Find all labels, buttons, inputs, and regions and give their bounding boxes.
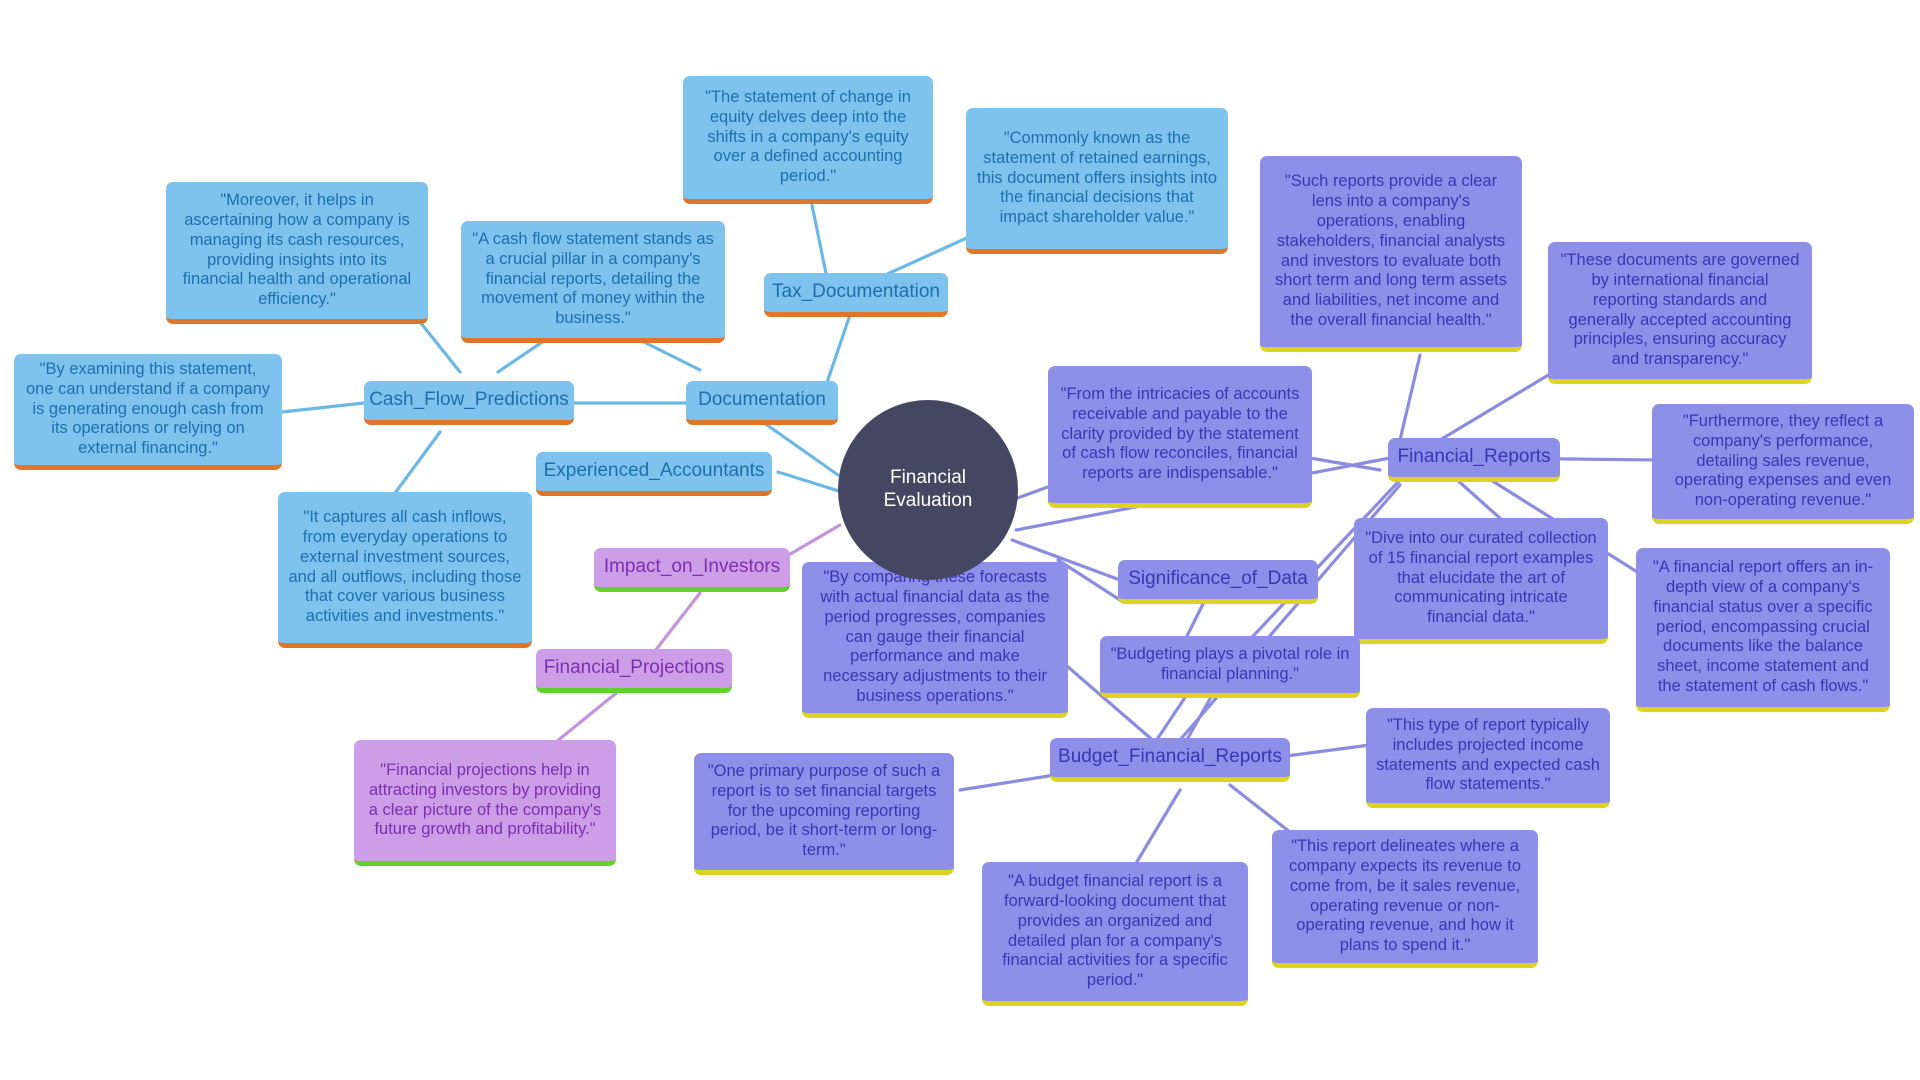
edge-root-accountants bbox=[776, 470, 844, 494]
topic-node-tax-documentation[interactable]: Tax_Documentation bbox=[764, 273, 948, 317]
mindmap-canvas: Financial Evaluation Cash_Flow_Predictio… bbox=[0, 0, 1920, 1080]
leaf-node-by-examining-statement[interactable]: "By examining this statement, one can un… bbox=[14, 354, 282, 470]
leaf-node-retained-earnings[interactable]: "Commonly known as the statement of reta… bbox=[966, 108, 1228, 254]
leaf-node-financial-projections-investors[interactable]: "Financial projections help in attractin… bbox=[354, 740, 616, 866]
leaf-node-projected-income-statements[interactable]: "This type of report typically includes … bbox=[1366, 708, 1610, 808]
leaf-node-international-standards[interactable]: "These documents are governed by interna… bbox=[1548, 242, 1812, 384]
leaf-label-captures-cash-inflows: "It captures all cash inflows, from ever… bbox=[288, 508, 522, 626]
topic-label-financial-projections: Financial_Projections bbox=[543, 657, 725, 679]
leaf-node-such-reports-clear-lens[interactable]: "Such reports provide a clear lens into … bbox=[1260, 156, 1522, 352]
leaf-label-one-primary-purpose: "One primary purpose of such a report is… bbox=[707, 762, 941, 860]
leaf-label-financial-projections-investors: "Financial projections help in attractin… bbox=[368, 760, 602, 839]
leaf-label-report-delineates-revenue: "This report delineates where a company … bbox=[1288, 837, 1522, 955]
topic-node-significance-of-data[interactable]: Significance_of_Data bbox=[1118, 560, 1318, 604]
leaf-label-budgeting-pivotal-role: "Budgeting plays a pivotal role in finan… bbox=[1110, 644, 1350, 683]
edge-cashflow-examining bbox=[280, 401, 366, 414]
edge-budgetreports-primarypurpose bbox=[958, 773, 1057, 792]
leaf-node-captures-cash-inflows[interactable]: "It captures all cash inflows, from ever… bbox=[278, 492, 532, 648]
leaf-node-furthermore-performance[interactable]: "Furthermore, they reflect a company's p… bbox=[1652, 404, 1914, 524]
topic-label-budget-financial-reports: Budget_Financial_Reports bbox=[1058, 746, 1282, 768]
leaf-node-budgeting-pivotal-role[interactable]: "Budgeting plays a pivotal role in finan… bbox=[1100, 636, 1360, 698]
leaf-node-financial-report-in-depth[interactable]: "A financial report offers an in-depth v… bbox=[1636, 548, 1890, 712]
leaf-node-report-delineates-revenue[interactable]: "This report delineates where a company … bbox=[1272, 830, 1538, 968]
edge-documentation-cashflow-pillar bbox=[638, 338, 702, 372]
root-node-financial-evaluation[interactable]: Financial Evaluation bbox=[838, 400, 1018, 580]
leaf-label-intricacies-accounts-receivable: "From the intricacies of accounts receiv… bbox=[1060, 385, 1300, 483]
leaf-label-curated-collection-15: "Dive into our curated collection of 15 … bbox=[1365, 529, 1597, 627]
leaf-label-cash-flow-pillar: "A cash flow statement stands as a cruci… bbox=[472, 230, 714, 328]
edge-fr-standards bbox=[1438, 366, 1562, 442]
leaf-label-budget-forward-looking: "A budget financial report is a forward-… bbox=[1002, 872, 1228, 990]
edge-fr-intricacies2 bbox=[1308, 456, 1382, 472]
leaf-node-curated-collection-15[interactable]: "Dive into our curated collection of 15 … bbox=[1354, 518, 1608, 644]
leaf-node-statement-of-change-equity[interactable]: "The statement of change in equity delve… bbox=[683, 76, 933, 204]
topic-node-financial-projections[interactable]: Financial_Projections bbox=[536, 649, 732, 693]
topic-label-financial-reports: Financial_Reports bbox=[1397, 446, 1551, 468]
leaf-label-by-comparing-forecasts: "By comparing these forecasts with actua… bbox=[820, 568, 1050, 705]
leaf-node-budget-forward-looking[interactable]: "A budget financial report is a forward-… bbox=[982, 862, 1248, 1006]
topic-label-cash-flow-predictions: Cash_Flow_Predictions bbox=[369, 389, 569, 411]
leaf-node-moreover-cash-resources[interactable]: "Moreover, it helps in ascertaining how … bbox=[166, 182, 428, 324]
topic-label-impact-on-investors: Impact_on_Investors bbox=[603, 556, 781, 578]
topic-node-documentation[interactable]: Documentation bbox=[686, 381, 838, 425]
leaf-node-intricacies-accounts-receivable[interactable]: "From the intricacies of accounts receiv… bbox=[1048, 366, 1312, 508]
root-node-label: Financial Evaluation bbox=[883, 467, 973, 511]
topic-node-budget-financial-reports[interactable]: Budget_Financial_Reports bbox=[1050, 738, 1290, 782]
topic-node-experienced-accountants[interactable]: Experienced_Accountants bbox=[536, 452, 772, 496]
leaf-label-retained-earnings: "Commonly known as the statement of reta… bbox=[977, 129, 1217, 227]
leaf-label-furthermore-performance: "Furthermore, they reflect a company's p… bbox=[1674, 412, 1892, 510]
leaf-label-projected-income-statements: "This type of report typically includes … bbox=[1376, 715, 1600, 794]
leaf-node-one-primary-purpose[interactable]: "One primary purpose of such a report is… bbox=[694, 753, 954, 875]
edge-fr-suchreports bbox=[1398, 353, 1422, 442]
topic-label-documentation: Documentation bbox=[698, 389, 826, 411]
leaf-label-statement-of-change-equity: "The statement of change in equity delve… bbox=[705, 88, 911, 186]
leaf-node-cash-flow-pillar[interactable]: "A cash flow statement stands as a cruci… bbox=[461, 221, 725, 343]
leaf-label-moreover-cash-resources: "Moreover, it helps in ascertaining how … bbox=[182, 191, 412, 309]
topic-label-experienced-accountants: Experienced_Accountants bbox=[543, 460, 765, 482]
edge-cashflow-inflows bbox=[388, 430, 442, 502]
edge-cashflow-moreover bbox=[418, 320, 462, 374]
leaf-label-international-standards: "These documents are governed by interna… bbox=[1560, 251, 1800, 369]
topic-label-significance-of-data: Significance_of_Data bbox=[1128, 568, 1308, 590]
topic-node-impact-on-investors[interactable]: Impact_on_Investors bbox=[594, 548, 790, 592]
leaf-node-by-comparing-forecasts[interactable]: "By comparing these forecasts with actua… bbox=[802, 562, 1068, 718]
topic-node-financial-reports[interactable]: Financial_Reports bbox=[1388, 438, 1560, 482]
topic-node-cash-flow-predictions[interactable]: Cash_Flow_Predictions bbox=[364, 381, 574, 425]
edge-budgetreports-forwardlooking bbox=[1133, 788, 1182, 867]
leaf-label-such-reports-clear-lens: "Such reports provide a clear lens into … bbox=[1274, 172, 1507, 329]
leaf-label-financial-report-in-depth: "A financial report offers an in-depth v… bbox=[1652, 558, 1874, 695]
topic-label-tax-documentation: Tax_Documentation bbox=[772, 281, 940, 303]
leaf-label-by-examining-statement: "By examining this statement, one can un… bbox=[26, 360, 270, 458]
